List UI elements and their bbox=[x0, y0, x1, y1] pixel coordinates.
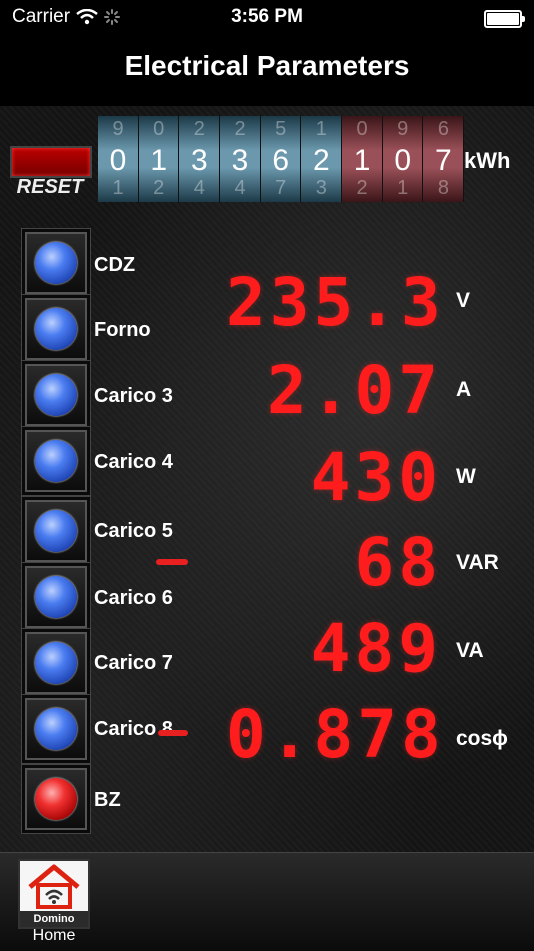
status-time: 3:56 PM bbox=[231, 6, 303, 27]
brand-label: Domino bbox=[20, 911, 88, 927]
counter-digit: 9 01 bbox=[98, 116, 139, 202]
power-factor-value: 0.878 bbox=[226, 696, 445, 773]
sign-indicator bbox=[158, 730, 188, 736]
current-value: 2.07 bbox=[267, 352, 442, 429]
reactive-power-unit: VAR bbox=[456, 551, 499, 574]
load-button-carico-7[interactable] bbox=[20, 630, 92, 696]
counter-digit-next: 4 bbox=[193, 177, 205, 199]
load-label: Carico 3 bbox=[94, 385, 173, 407]
reset-control[interactable]: RESET bbox=[8, 146, 92, 200]
status-led-icon bbox=[35, 440, 77, 482]
counter-digit-prev: 1 bbox=[315, 118, 327, 140]
energy-counter: 901012234234567123012901678 bbox=[98, 116, 465, 202]
counter-digit-next: 7 bbox=[275, 177, 287, 199]
counter-digit-cur: 3 bbox=[191, 144, 208, 177]
counter-digit: 0 12 bbox=[342, 116, 383, 202]
load-button-carico-8[interactable] bbox=[20, 696, 92, 762]
counter-digit-next: 3 bbox=[315, 177, 327, 199]
load-label: BZ bbox=[94, 789, 121, 811]
load-label: Forno bbox=[94, 319, 151, 341]
load-label: Carico 4 bbox=[94, 451, 173, 473]
tab-bar: Domino Home bbox=[0, 852, 534, 951]
status-led-icon bbox=[35, 708, 77, 750]
tab-home-label: Home bbox=[32, 927, 76, 944]
load-label: Carico 5 bbox=[94, 520, 173, 542]
power-factor-display: 0.878 bbox=[226, 700, 442, 770]
reactive-power-value: 68 bbox=[354, 524, 442, 601]
counter-digit-next: 4 bbox=[234, 177, 246, 199]
counter-digit-cur: 1 bbox=[353, 144, 371, 177]
counter-digit-prev: 2 bbox=[193, 118, 205, 140]
counter-digit-cur: 6 bbox=[272, 144, 290, 177]
status-bar: Carrier 3:56 PM bbox=[0, 0, 534, 36]
counter-digit-prev: 9 bbox=[397, 118, 409, 140]
counter-digit-next: 1 bbox=[397, 177, 409, 199]
house-wifi-icon bbox=[28, 864, 80, 909]
energy-unit: kWh bbox=[464, 148, 511, 173]
counter-digit-cur: 2 bbox=[313, 144, 330, 177]
current-unit: A bbox=[456, 378, 472, 401]
counter-digit-next: 8 bbox=[437, 177, 449, 199]
voltage-value: 235.3 bbox=[226, 264, 445, 341]
power-display: 430 bbox=[226, 443, 442, 513]
navigation-bar: Electrical Parameters bbox=[0, 36, 534, 106]
power-unit: W bbox=[456, 465, 476, 488]
sign-indicator bbox=[156, 559, 188, 565]
load-button-cdz[interactable] bbox=[20, 230, 92, 296]
power-value: 430 bbox=[310, 439, 442, 516]
load-button-carico-6[interactable] bbox=[20, 564, 92, 630]
counter-digit: 1 23 bbox=[301, 116, 343, 202]
load-button-carico-3[interactable] bbox=[20, 362, 92, 428]
counter-digit: 9 01 bbox=[382, 116, 424, 202]
counter-digit: 2 34 bbox=[220, 116, 261, 202]
load-label: CDZ bbox=[94, 254, 136, 276]
counter-digit-prev: 0 bbox=[356, 118, 368, 140]
counter-digit-prev: 9 bbox=[112, 118, 124, 140]
voltage-display: 235.3 bbox=[226, 268, 442, 338]
counter-digit-prev: 2 bbox=[234, 118, 246, 140]
reset-label: RESET bbox=[16, 176, 84, 198]
counter-digit: 0 12 bbox=[138, 116, 180, 202]
counter-digit-prev: 0 bbox=[153, 118, 165, 140]
counter-digit: 2 34 bbox=[179, 116, 221, 202]
load-button-carico-4[interactable] bbox=[20, 428, 92, 494]
counter-digit-cur: 1 bbox=[150, 144, 168, 177]
status-led-icon bbox=[35, 642, 77, 684]
current-display: 2.07 bbox=[226, 356, 442, 426]
status-led-icon bbox=[35, 242, 77, 284]
apparent-power-value: 489 bbox=[310, 610, 442, 687]
status-led-icon bbox=[35, 308, 77, 350]
load-button-bz[interactable] bbox=[20, 766, 92, 832]
counter-digit-next: 1 bbox=[112, 177, 124, 199]
counter-digit-cur: 3 bbox=[231, 144, 249, 177]
status-led-icon bbox=[35, 576, 77, 618]
main-content: RESET 901012234234567123012901678 kWh CD… bbox=[0, 106, 534, 852]
home-icon: Domino bbox=[18, 859, 90, 929]
reset-button[interactable] bbox=[10, 146, 92, 178]
status-led-icon bbox=[35, 374, 77, 416]
counter-digit-cur: 0 bbox=[109, 144, 127, 177]
counter-digit: 5 67 bbox=[260, 116, 302, 202]
counter-digit: 6 78 bbox=[423, 116, 465, 202]
power-factor-unit: cosϕ bbox=[456, 727, 508, 750]
load-label: Carico 7 bbox=[94, 652, 173, 674]
counter-digit-cur: 0 bbox=[394, 144, 412, 177]
status-led-icon bbox=[35, 510, 77, 552]
load-label: Carico 6 bbox=[94, 587, 173, 609]
battery-icon bbox=[484, 10, 525, 28]
load-button-carico-5[interactable] bbox=[20, 498, 92, 564]
counter-digit-next: 2 bbox=[356, 177, 368, 199]
page-title: Electrical Parameters bbox=[124, 50, 410, 81]
counter-digit-prev: 6 bbox=[437, 118, 449, 140]
reactive-power-display: 68 bbox=[226, 528, 442, 598]
voltage-unit: V bbox=[456, 289, 471, 312]
counter-digit-next: 2 bbox=[153, 177, 165, 199]
counter-digit-cur: 7 bbox=[435, 144, 452, 177]
status-led-icon bbox=[35, 778, 77, 820]
tab-home[interactable]: Domino Home bbox=[18, 859, 90, 944]
load-button-forno[interactable] bbox=[20, 296, 92, 362]
apparent-power-display: 489 bbox=[226, 614, 442, 684]
apparent-power-unit: VA bbox=[456, 639, 484, 662]
counter-digit-prev: 5 bbox=[275, 118, 287, 140]
